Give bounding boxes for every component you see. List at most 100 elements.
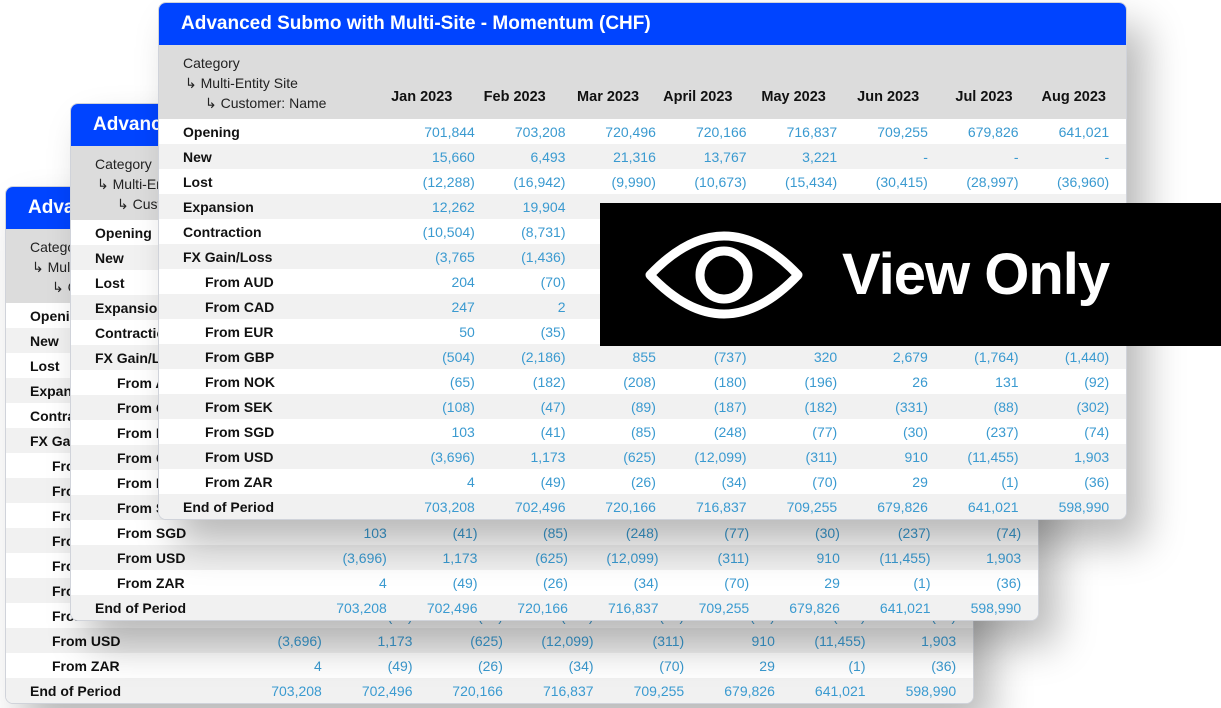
cell-value: (12,099) [567, 545, 659, 570]
table-row: Opening 701,844 703,208 720,496 720,166 716,8… [159, 119, 1126, 144]
row-label: End of Period [6, 678, 232, 703]
table-row: From SGD 103 (41) (85) (248) (77) (30) (237) (74… [159, 419, 1126, 444]
cell-value: (89) [565, 394, 656, 419]
cell-value: (11,455) [774, 628, 866, 653]
category-label: Category [183, 55, 240, 71]
cell-value: 4 [467, 473, 475, 490]
category-level2: ↳ Customer: Name [205, 95, 327, 111]
cell-value: 641,021 [774, 678, 866, 703]
column-header-month[interactable]: Feb 2023 [452, 89, 546, 105]
cell-value: 29 [824, 574, 840, 591]
cell-value: (10,673) [694, 173, 747, 190]
cell-value: (625) [565, 444, 656, 469]
cell-value: 701,844 [424, 123, 475, 140]
row-label: From SGD [205, 423, 275, 440]
cell-value: 19,904 [474, 194, 566, 219]
column-header-month[interactable]: Jan 2023 [359, 89, 452, 105]
cell-value: 703,208 [231, 678, 322, 703]
cell-value: (12,099) [502, 628, 594, 653]
cell-value: (1) [848, 657, 866, 674]
cell-value: 13,767 [655, 144, 747, 169]
cell-value: 703,208 [384, 494, 475, 519]
cell-value: 1,903 [1018, 444, 1110, 469]
cell-value: (30,415) [875, 173, 928, 190]
cell-value: 4 [314, 657, 322, 674]
cell-value: (108) [384, 394, 475, 419]
column-header-month[interactable]: Jul 2023 [919, 89, 1012, 105]
cell-value: (3,696) [231, 628, 322, 653]
cell-value: (12,099) [655, 444, 747, 469]
cell-value: (311) [593, 628, 685, 653]
cell-value: (331) [837, 394, 928, 419]
cell-value: (34) [568, 657, 594, 674]
cell-value: (3,696) [384, 444, 475, 469]
row-label: From ZAR [52, 657, 120, 674]
row-label: Contraction [183, 223, 262, 240]
cell-value: 21,316 [565, 144, 656, 169]
cell-value: (9,990) [611, 173, 656, 190]
column-header-month[interactable]: May 2023 [733, 89, 826, 105]
cell-value: (74) [1084, 423, 1110, 440]
cell-value: (26) [542, 574, 568, 591]
table-row: From USD (3,696) 1,173 (625) (12,099) (311) 91… [71, 545, 1038, 570]
cell-value: 598,990 [930, 595, 1022, 620]
cell-value: (70) [724, 574, 750, 591]
table-row: End of Period 703,208 702,496 720,166 716,83… [159, 494, 1126, 519]
cell-value: (182) [746, 394, 838, 419]
cell-value: (302) [1018, 394, 1110, 419]
cell-value: 29 [912, 473, 928, 490]
column-header-month[interactable]: Mar 2023 [546, 89, 639, 105]
cell-value: (208) [623, 373, 656, 390]
cell-value: 679,826 [749, 595, 840, 620]
column-header-month[interactable]: Aug 2023 [1013, 89, 1106, 105]
cell-value: (248) [713, 423, 747, 440]
cell-value: 103 [451, 423, 475, 440]
cell-value: (77) [724, 524, 750, 541]
cell-value: 716,837 [786, 123, 838, 140]
cell-value: (85) [630, 423, 656, 440]
cell-value: (26) [630, 473, 656, 490]
cell-value: (1,436) [474, 244, 566, 269]
cell-value: 320 [746, 344, 838, 369]
cell-value: (88) [927, 394, 1019, 419]
cell-value: (625) [412, 628, 503, 653]
cell-value: 103 [363, 524, 387, 541]
cell-value: 679,826 [684, 678, 775, 703]
cell-value: 204 [451, 273, 475, 290]
cell-value: 15,660 [384, 144, 475, 169]
cell-value: (65) [449, 373, 475, 390]
cell-value: 247 [384, 294, 475, 319]
cell-value: (2,186) [474, 344, 566, 369]
row-label: New [159, 144, 385, 169]
cell-value: 26 [912, 373, 928, 390]
cell-value: (85) [542, 524, 568, 541]
cell-value: 910 [837, 444, 928, 469]
cell-value: (625) [477, 545, 568, 570]
row-label: From SGD [117, 524, 187, 541]
cell-value: (3,765 [384, 244, 475, 269]
cell-value: (70) [812, 473, 838, 490]
cell-value: 12,262 [384, 194, 475, 219]
cell-value: (11,455) [927, 444, 1019, 469]
cell-value: 131 [995, 373, 1019, 390]
cell-value: 679,826 [837, 494, 928, 519]
cell-value: (248) [625, 524, 659, 541]
cell-value: (1,764) [927, 344, 1019, 369]
row-label: Expansion [159, 194, 385, 219]
cell-value: 3,221 [746, 144, 838, 169]
cell-value: (49) [452, 574, 478, 591]
column-header-month[interactable]: April 2023 [639, 89, 732, 105]
row-label: Opening [183, 123, 240, 140]
row-label: From AUD [205, 273, 274, 290]
cell-value: 641,021 [1058, 123, 1110, 140]
row-label: From ZAR [205, 473, 273, 490]
column-header-month[interactable]: Jun 2023 [826, 89, 919, 105]
cell-value: (311) [746, 444, 838, 469]
cell-value: 709,255 [593, 678, 685, 703]
cell-value: (30) [902, 423, 928, 440]
cell-value: 720,166 [695, 123, 747, 140]
cell-value: (28,997) [966, 173, 1019, 190]
cell-value: 702,496 [321, 678, 413, 703]
row-label: Lost [183, 173, 213, 190]
cell-value: (180) [713, 373, 747, 390]
